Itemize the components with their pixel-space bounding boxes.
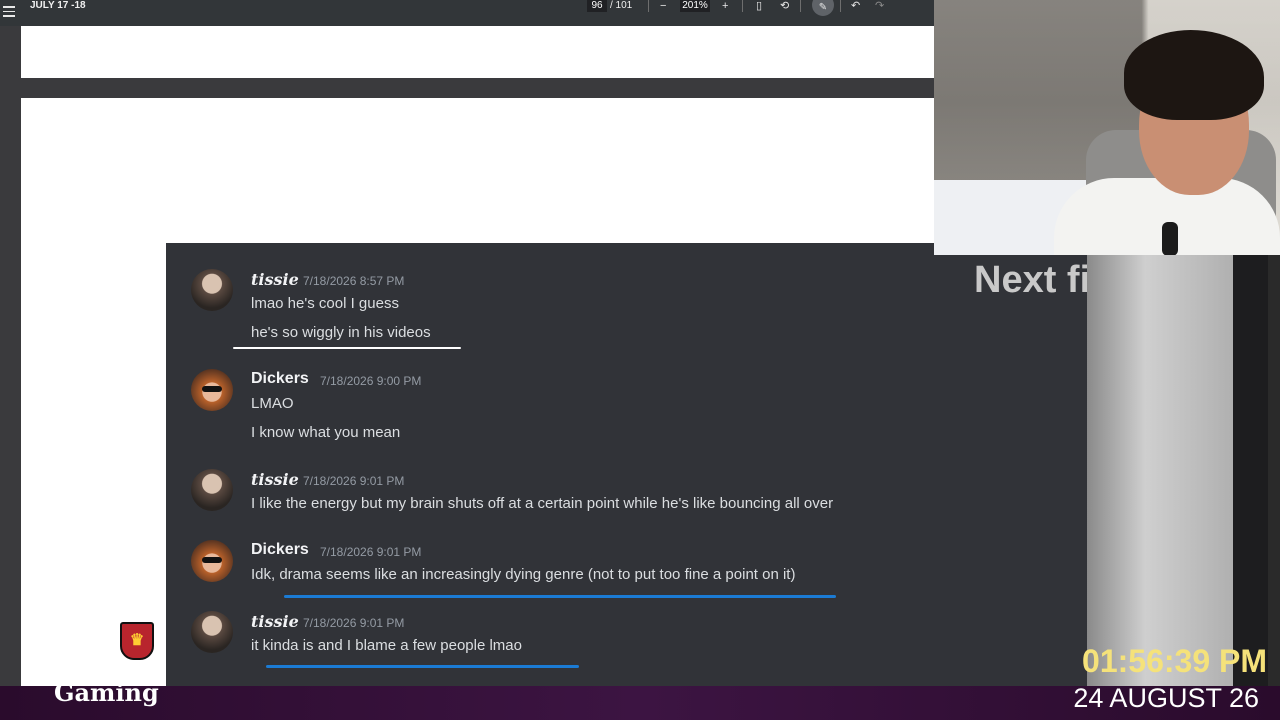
channel-logo: Purple Parry Gaming ♛ [8,618,166,716]
hand-drawn-underline [233,347,461,349]
stream-clock: 01:56:39 PM [1082,643,1267,679]
avatar [191,369,233,411]
hand-drawn-underline [266,665,579,668]
page-number-input[interactable]: 96 [587,0,607,12]
avatar [191,469,233,511]
message-text: it kinda is and I blame a few people lma… [251,637,522,654]
message-text: lmao he's cool I guess [251,295,399,312]
username: tissie [251,470,299,489]
annotate-pen-icon[interactable]: ✎ [812,0,834,16]
side-scroll-strip [1268,255,1280,687]
message-text: Idk, drama seems like an increasingly dy… [251,566,796,583]
rotate-icon[interactable]: ⟲ [780,0,789,12]
timestamp: 7/18/2026 9:01 PM [320,545,422,559]
page-total: / 101 [610,0,633,11]
overlay-next-text: Next fi [974,259,1088,301]
timestamp: 7/18/2026 9:01 PM [303,616,405,630]
toolbar-divider [742,0,743,12]
username: tissie [251,270,299,289]
message-text: I know what you mean [251,424,401,441]
hand-drawn-underline [284,595,836,598]
document-title: JULY 17 -18 [30,0,86,11]
stream-date: 24 AUGUST 26 [1073,683,1259,713]
logo-line: Parry [38,650,114,679]
toolbar-divider [840,0,841,12]
shield-icon: ♛ [120,622,154,660]
zoom-out-button[interactable]: − [660,0,666,12]
microphone [1162,222,1178,255]
message-text: he's so wiggly in his videos [251,324,431,341]
undo-button[interactable]: ↶ [851,0,860,12]
toolbar-divider [800,0,801,12]
side-overlay-panel [1087,255,1233,687]
logo-line: Gaming [54,678,159,707]
avatar [191,611,233,653]
avatar [191,540,233,582]
pdf-page-previous [21,26,934,78]
username: tissie [251,612,299,631]
toolbar-divider [648,0,649,12]
menu-icon[interactable] [3,3,15,21]
username: Dickers [251,541,309,558]
username: Dickers [251,370,309,387]
webcam-feed [934,0,1280,255]
fit-page-icon[interactable]: ▯ [756,0,762,12]
pdf-toolbar: JULY 17 -18 96 / 101 − 201% + ▯ ⟲ ✎ ↶ ↷ [0,0,934,26]
timestamp: 7/18/2026 9:01 PM [303,474,405,488]
discord-screenshot: tissie 7/18/2026 8:57 PM lmao he's cool … [166,243,1087,688]
timestamp: 7/18/2026 9:00 PM [320,374,422,388]
message-text: I like the energy but my brain shuts off… [251,495,834,512]
logo-line: Purple [22,622,116,651]
zoom-in-button[interactable]: + [722,0,728,12]
redo-button[interactable]: ↷ [875,0,884,12]
timestamp: 7/18/2026 8:57 PM [303,274,405,288]
message-text: LMAO [251,395,294,412]
webcam-person-hair [1124,30,1264,120]
zoom-input[interactable]: 201% [680,0,710,12]
avatar [191,269,233,311]
